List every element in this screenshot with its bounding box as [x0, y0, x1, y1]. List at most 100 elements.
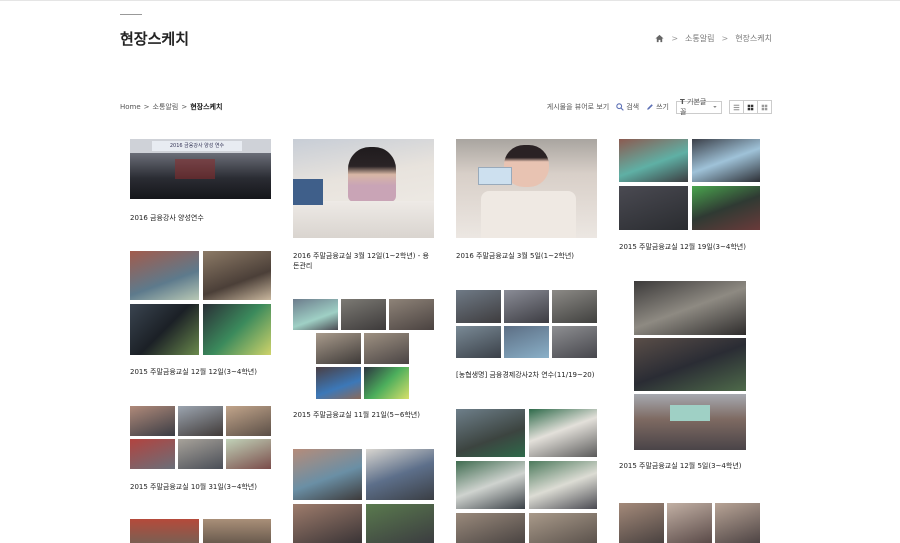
- photo-tile: [203, 251, 271, 300]
- card-thumbnail[interactable]: [293, 449, 434, 543]
- card-thumbnail[interactable]: [293, 299, 434, 399]
- photo-tile: [389, 299, 434, 330]
- photo-tile: [316, 367, 361, 399]
- gallery-view-icon: [761, 104, 768, 110]
- photo-tile: [130, 406, 175, 436]
- card-caption[interactable]: [농협생명] 금융경제강사2차 연수(11/19~20): [456, 370, 606, 380]
- font-prefix: T: [680, 98, 685, 106]
- photo-tile: [634, 338, 746, 391]
- photo-tile: [203, 304, 271, 355]
- card-thumbnail[interactable]: [456, 139, 597, 238]
- sub-breadcrumb: Home > 소통알림 > 현장스케치: [120, 102, 222, 112]
- group-photo-highlight: [175, 159, 215, 179]
- banner-text: 2016 금융강사 양성 연수: [152, 141, 242, 151]
- card-caption[interactable]: 2015 주말금융교실 12월 5일(3~4학년): [619, 461, 769, 471]
- card-caption[interactable]: 2016 주말금융교실 3월 5일(1~2학년): [456, 251, 606, 261]
- banner-in-photo: [670, 405, 710, 421]
- chair: [293, 179, 323, 205]
- sub-breadcrumb-section[interactable]: 소통알림: [153, 102, 179, 112]
- card-thumbnail[interactable]: [456, 290, 597, 358]
- photo-tile: [529, 461, 597, 509]
- search-label: 검색: [626, 103, 640, 111]
- photo-tile: [293, 299, 338, 330]
- photo-tile: [619, 503, 664, 543]
- photo-tile: [456, 461, 525, 509]
- photo-tile: [130, 251, 199, 300]
- desk: [293, 201, 434, 238]
- card-caption[interactable]: 2015 주말금융교실 11월 21일(5~6학년): [293, 410, 443, 420]
- card-thumbnail[interactable]: [634, 281, 746, 450]
- card-thumbnail[interactable]: [456, 409, 597, 543]
- photo-tile: [226, 406, 271, 436]
- photo-tile: [366, 449, 434, 500]
- sub-breadcrumb-home[interactable]: Home: [120, 103, 141, 111]
- top-breadcrumb: > 소통알림 > 현장스케치: [655, 33, 772, 44]
- breadcrumb-separator: >: [721, 34, 729, 43]
- breadcrumb-item-section[interactable]: 소통알림: [685, 33, 714, 44]
- top-border: [0, 0, 900, 1]
- home-icon[interactable]: [655, 34, 664, 43]
- photo-tile: [130, 519, 199, 543]
- list-view-button[interactable]: [730, 101, 744, 113]
- card-caption[interactable]: 2015 주말금융교실 12월 12일(3~4학년): [130, 367, 280, 377]
- card-thumbnail[interactable]: [619, 503, 760, 543]
- card-thumbnail[interactable]: [293, 139, 434, 238]
- photo-tile: [456, 290, 501, 323]
- photo-tile: [456, 326, 501, 358]
- board-toolbar: 게시물을 뷰어로 보기 검색 쓰기 T 기본글꼴: [547, 98, 772, 116]
- card-thumbnail[interactable]: [130, 406, 271, 469]
- sub-breadcrumb-separator: >: [181, 103, 188, 111]
- font-select[interactable]: T 기본글꼴: [676, 98, 722, 116]
- photo-tile: [456, 513, 525, 543]
- title-accent-line: [120, 14, 142, 15]
- photo-tile: [293, 449, 362, 500]
- photo-tile: [504, 326, 549, 358]
- card-in-hand: [478, 167, 512, 185]
- webzine-view-icon: [747, 104, 754, 110]
- search-icon: [616, 103, 624, 111]
- photo-tile: [130, 439, 175, 469]
- card-caption[interactable]: 2016 주말금융교실 3월 12일(1~2학년) - 용돈관리: [293, 251, 435, 271]
- page-title: 현장스케치: [120, 30, 190, 48]
- card-caption[interactable]: 2016 금융강사 양성연수: [130, 213, 280, 223]
- pencil-icon: [647, 104, 653, 110]
- card-caption[interactable]: 2015 주말금융교실 12월 19일(3~4학년): [619, 242, 769, 252]
- photo-tile: [366, 504, 434, 543]
- write-label: 쓰기: [656, 103, 669, 111]
- photo-tile: [667, 503, 712, 543]
- photo-tile: [203, 519, 271, 543]
- sweater: [481, 191, 576, 238]
- photo-tile: [226, 439, 271, 469]
- webzine-view-button[interactable]: [744, 101, 758, 113]
- photo-tile: [634, 394, 746, 450]
- chevron-down-icon: [713, 106, 717, 108]
- photo-tile: [552, 290, 597, 323]
- photo-tile: [634, 281, 746, 335]
- photo-tile: [692, 186, 760, 230]
- photo-tile: [504, 290, 549, 323]
- card-thumbnail[interactable]: [619, 139, 760, 230]
- view-mode-group: [729, 100, 772, 114]
- photo-tile: [529, 409, 597, 457]
- photo-tile: [178, 439, 223, 469]
- photo-tile: [715, 503, 760, 543]
- card-thumbnail[interactable]: 2016 금융강사 양성 연수: [130, 139, 271, 199]
- photo-tile: [178, 406, 223, 436]
- photo-tile: [364, 367, 409, 399]
- photo-tile: [529, 513, 597, 543]
- photo-tile: [692, 139, 760, 182]
- write-link[interactable]: 쓰기: [646, 102, 669, 112]
- view-posts-link[interactable]: 게시물을 뷰어로 보기: [547, 102, 609, 112]
- list-view-icon: [733, 104, 740, 110]
- photo-tile: [130, 304, 199, 355]
- sub-breadcrumb-separator: >: [143, 103, 150, 111]
- card-thumbnail[interactable]: [130, 251, 271, 355]
- photo-tile: [619, 186, 688, 230]
- breadcrumb-item-current[interactable]: 현장스케치: [735, 33, 772, 44]
- card-caption[interactable]: 2015 주말금융교실 10월 31일(3~4학년): [130, 482, 280, 492]
- gallery-view-button[interactable]: [758, 101, 771, 113]
- search-link[interactable]: 검색: [616, 102, 639, 112]
- card-thumbnail[interactable]: [130, 519, 271, 543]
- photo-tile: [341, 299, 386, 330]
- sub-breadcrumb-current[interactable]: 현장스케치: [190, 102, 222, 112]
